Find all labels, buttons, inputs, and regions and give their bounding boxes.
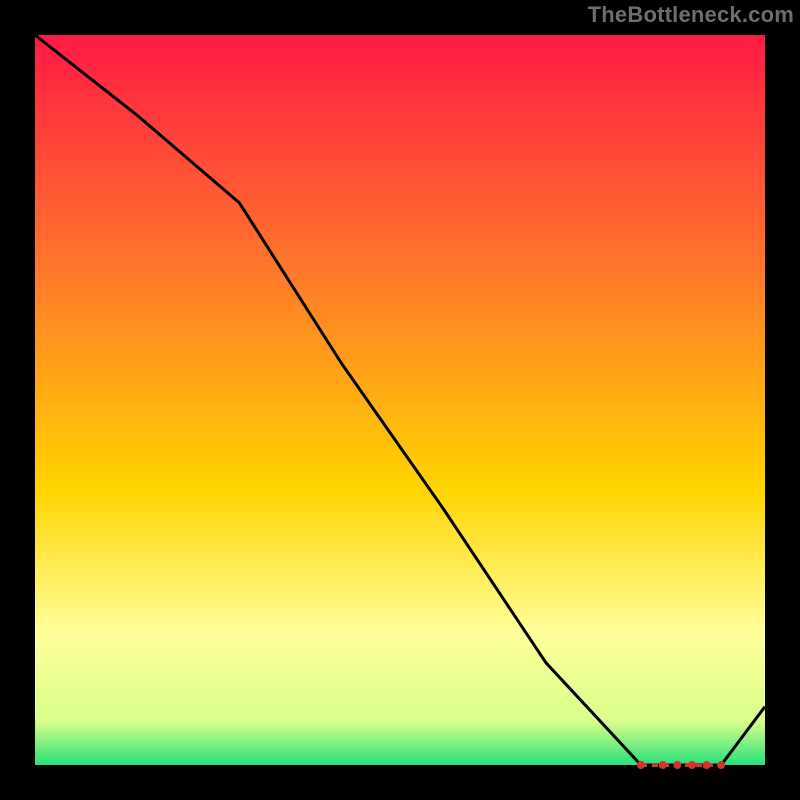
plot-background <box>35 35 765 765</box>
bottleneck-chart <box>0 0 800 800</box>
chart-frame: TheBottleneck.com <box>0 0 800 800</box>
